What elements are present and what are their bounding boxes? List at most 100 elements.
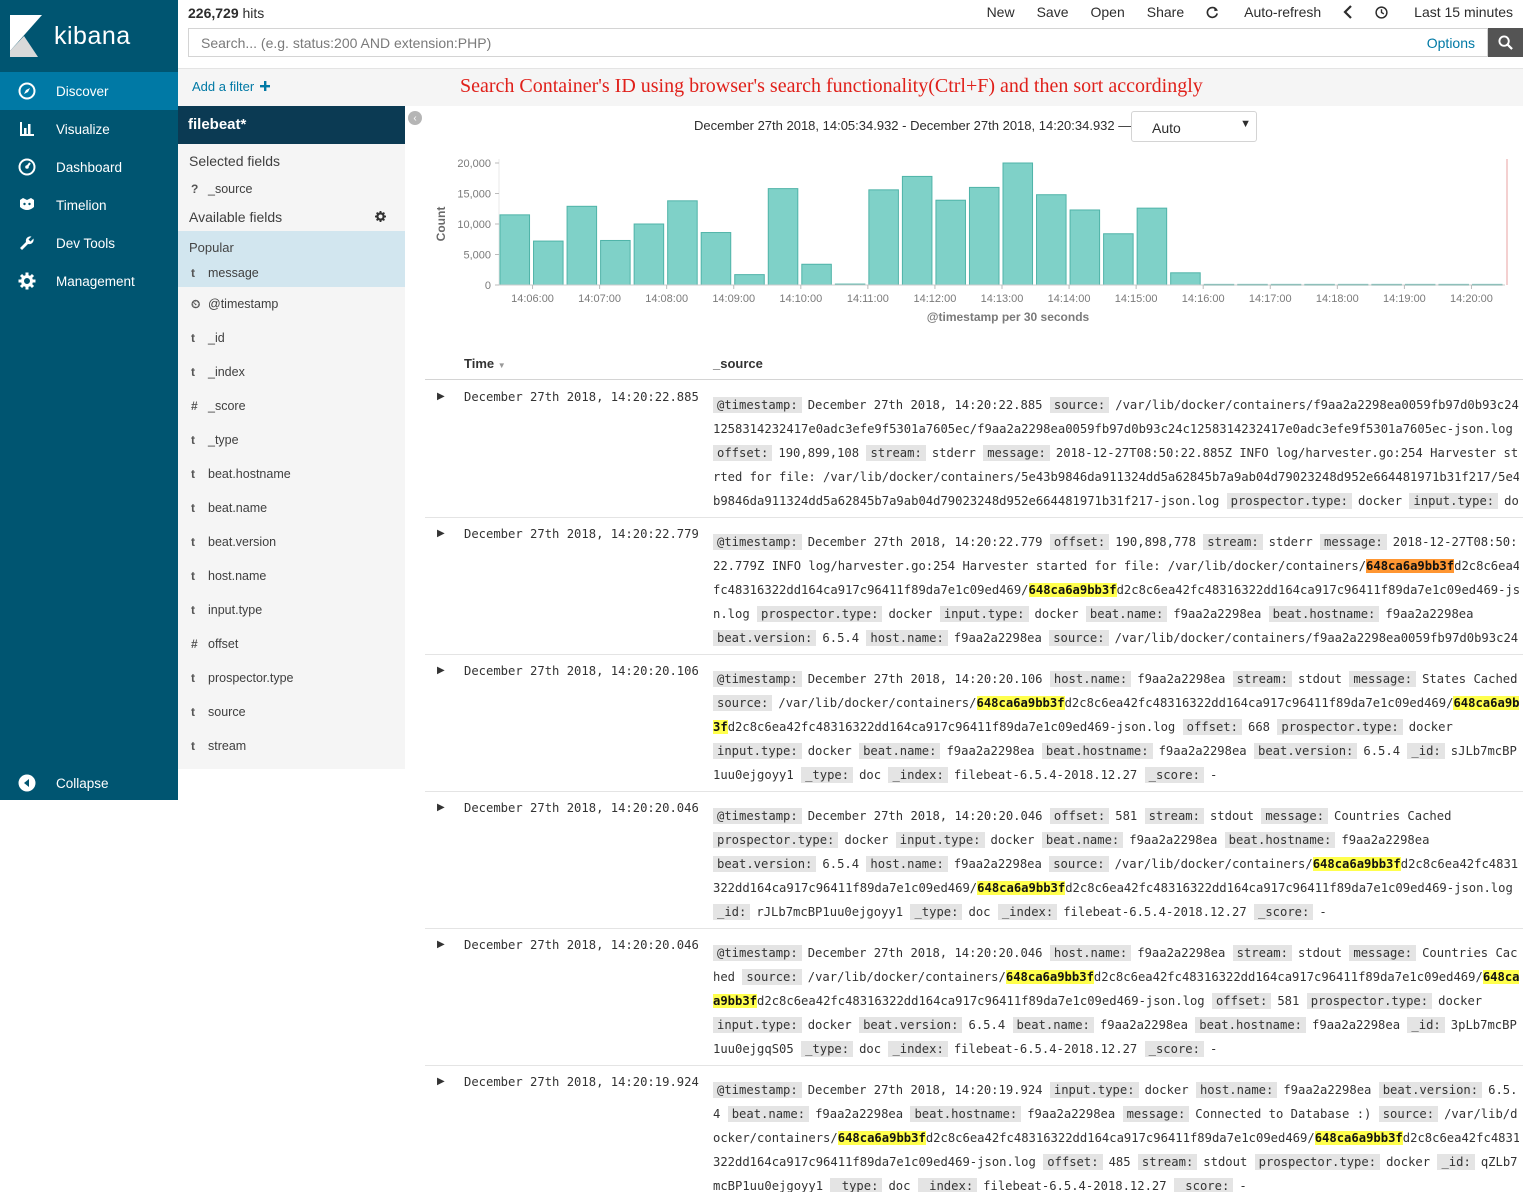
source-field-key: stream:	[1232, 945, 1292, 961]
source-value: f9aa2a2298ea	[1099, 1018, 1196, 1032]
nav-item-dev-tools[interactable]: Dev Tools	[0, 224, 178, 262]
collapse-sidebar-icon[interactable]: ‹	[408, 111, 422, 125]
source-field-key: _id:	[1407, 743, 1445, 759]
field-item-beat-hostname[interactable]: t beat.hostname	[178, 457, 405, 491]
source-line: rted for file: /var/lib/docker/container…	[713, 465, 1519, 489]
source-line: offset: 190,899,108 stream: stderr message…	[713, 441, 1519, 465]
source-field-key: _index:	[888, 767, 948, 783]
source-field-key: beat.hostname:	[1224, 832, 1336, 848]
source-value: Connected to Database :)	[1195, 1107, 1379, 1121]
nav-item-discover[interactable]: Discover	[0, 72, 178, 110]
filter-bar: Add a filter Search Container's ID using…	[178, 68, 1523, 106]
table-row[interactable]: ▶ December 27th 2018, 14:20:22.779 @timest…	[425, 518, 1523, 655]
gear-icon[interactable]	[375, 211, 386, 222]
field-name: _index	[208, 365, 245, 379]
x-tick-label: 14:06:00	[511, 293, 554, 305]
x-tick-label: 14:07:00	[578, 293, 621, 305]
field-item-score[interactable]: # _score	[178, 389, 405, 423]
table-row[interactable]: ▶ December 27th 2018, 14:20:20.106 @timest…	[425, 655, 1523, 792]
source-value: n.log	[713, 607, 758, 621]
auto-refresh-button[interactable]: Auto-refresh	[1206, 4, 1321, 20]
field-item-host-name[interactable]: t host.name	[178, 559, 405, 593]
field-item-type[interactable]: t _type	[178, 423, 405, 457]
source-field-key: beat.name:	[859, 743, 941, 759]
field-item-message[interactable]: t message	[178, 259, 405, 287]
field-item-stream[interactable]: t stream	[178, 729, 405, 763]
source-value: December 27th 2018, 14:20:22.885	[807, 398, 1050, 412]
field-item-offset[interactable]: # offset	[178, 627, 405, 661]
y-tick-label: 20,000	[457, 158, 491, 170]
field-item-index[interactable]: t _index	[178, 355, 405, 389]
field-sidebar: filebeat* Selected fields ? _source Avail…	[178, 106, 405, 769]
field-item-id[interactable]: t _id	[178, 321, 405, 355]
source-value: 2018-12-27T08:50:	[1392, 535, 1518, 549]
table-row[interactable]: ▶ December 27th 2018, 14:20:20.046 @timest…	[425, 929, 1523, 1066]
source-field-key: _id:	[1407, 1017, 1445, 1033]
nav-item-label: Timelion	[56, 197, 107, 213]
source-line: @timestamp: December 27th 2018, 14:20:22.…	[713, 393, 1519, 417]
collapse-nav-button[interactable]: Collapse	[0, 764, 178, 802]
histogram-bar	[901, 175, 933, 286]
source-value: 190,898,778	[1115, 535, 1204, 549]
nav-item-management[interactable]: Management	[0, 262, 178, 300]
options-button[interactable]: Options	[1427, 35, 1487, 51]
expand-row-icon[interactable]: ▶	[437, 528, 445, 539]
previous-time-button[interactable]	[1343, 4, 1353, 20]
x-tick-label: 14:18:00	[1316, 293, 1359, 305]
source-field-key: beat.name:	[727, 1106, 810, 1122]
source-value: -	[1239, 1179, 1247, 1192]
table-row[interactable]: ▶ December 27th 2018, 14:20:22.885 @timest…	[425, 381, 1523, 518]
source-line: n.log prospector.type: docker input.type:…	[713, 602, 1519, 626]
source-field-key: beat.hostname:	[910, 1106, 1022, 1122]
field-item-source[interactable]: t source	[178, 695, 405, 729]
table-row[interactable]: ▶ December 27th 2018, 14:20:19.924 @timest…	[425, 1066, 1523, 1192]
source-field-key: input.type:	[939, 606, 1029, 622]
source-field-key: source:	[1049, 856, 1109, 872]
save-button[interactable]: Save	[1037, 4, 1069, 20]
open-button[interactable]: Open	[1091, 4, 1125, 20]
time-picker-button[interactable]: Last 15 minutes	[1375, 4, 1513, 20]
add-filter-button[interactable]: Add a filter	[192, 79, 270, 94]
source-line: 322dd164ca917c96411f89da7e1c09ed469-json…	[713, 1150, 1519, 1174]
new-button[interactable]: New	[987, 4, 1015, 20]
histogram-bar	[868, 189, 899, 286]
field-item-input-type[interactable]: t input.type	[178, 593, 405, 627]
source-value: 190,899,108	[778, 446, 867, 460]
histogram-chart[interactable]: 0 5,000 10,000 15,000 20,000 Count 14:06:00 14:…	[425, 150, 1523, 330]
expand-row-icon[interactable]: ▶	[437, 665, 445, 676]
expand-row-icon[interactable]: ▶	[437, 1076, 445, 1087]
expand-row-icon[interactable]: ▶	[437, 391, 445, 402]
index-pattern-selector[interactable]: filebeat*	[178, 106, 405, 144]
source-value: docker	[1438, 994, 1483, 1008]
search-button[interactable]	[1488, 28, 1523, 57]
expand-row-icon[interactable]: ▶	[437, 802, 445, 813]
field-item-prospector-type[interactable]: t prospector.type	[178, 661, 405, 695]
histogram-bar	[968, 186, 1000, 286]
field-name: @timestamp	[208, 297, 279, 311]
nav-item-dashboard[interactable]: Dashboard	[0, 148, 178, 186]
time-column-header[interactable]: Time ▼	[464, 356, 506, 371]
wrench-icon	[17, 233, 37, 253]
field-item-beat-name[interactable]: t beat.name	[178, 491, 405, 525]
interval-select[interactable]: Auto ▼	[1131, 111, 1257, 142]
share-button[interactable]: Share	[1147, 4, 1184, 20]
search-highlight: 648ca6a9bb	[1453, 696, 1519, 710]
expand-row-icon[interactable]: ▶	[437, 939, 445, 950]
nav-item-visualize[interactable]: Visualize	[0, 110, 178, 148]
brand[interactable]: kibana	[0, 0, 178, 72]
field-item-beat-version[interactable]: t beat.version	[178, 525, 405, 559]
field-name: input.type	[208, 603, 263, 617]
source-field-key: host.name:	[866, 856, 948, 872]
source-value: 581	[1277, 994, 1307, 1008]
source-value: filebeat-6.5.4-2018.12.27	[953, 1042, 1145, 1056]
table-row[interactable]: ▶ December 27th 2018, 14:20:20.046 @timest…	[425, 792, 1523, 929]
nav-item-timelion[interactable]: Timelion	[0, 186, 178, 224]
field-item-timestamp[interactable]: ⏲ @timestamp	[178, 287, 405, 321]
x-tick-label: 14:19:00	[1383, 293, 1426, 305]
histogram-bar	[1069, 209, 1101, 286]
field-item-source[interactable]: ? _source	[178, 175, 405, 203]
source-field-key: stream:	[1232, 671, 1292, 687]
source-value: filebeat-6.5.4-2018.12.27	[953, 768, 1145, 782]
search-input[interactable]	[189, 29, 1427, 56]
source-field-key: host.name:	[1049, 945, 1132, 961]
